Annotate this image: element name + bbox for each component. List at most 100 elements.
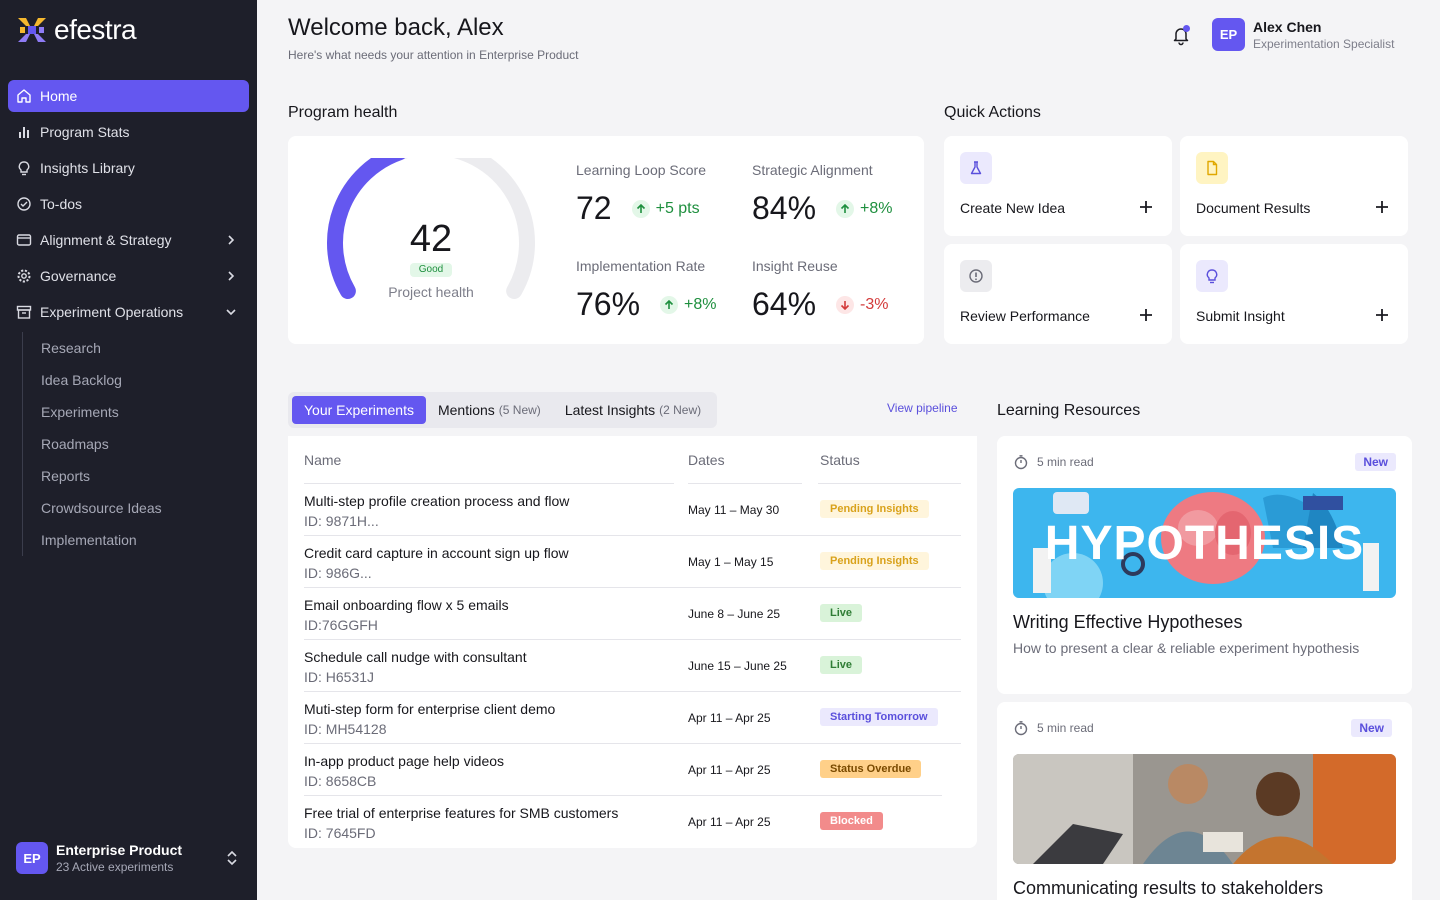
brand-name: efestra (54, 14, 137, 45)
read-time-text: 5 min read (1037, 721, 1094, 735)
workspace-switcher[interactable]: EP Enterprise Product 23 Active experime… (16, 840, 244, 876)
sidebar-item-home[interactable]: Home (8, 80, 249, 112)
sidebar-subitem-idea-backlog[interactable]: Idea Backlog (41, 364, 249, 396)
sidebar-item-alignment-strategy[interactable]: Alignment & Strategy (8, 224, 249, 256)
tab-count: (5 New) (498, 403, 541, 417)
sidebar-item-governance[interactable]: Governance (8, 260, 249, 292)
quick-action-label: Review Performance (960, 308, 1090, 324)
table-row[interactable]: Email onboarding flow x 5 emails ID:76GGF… (288, 588, 977, 640)
metric-value: 72 (576, 190, 612, 226)
metric-delta: +8% (660, 295, 717, 314)
new-badge: New (1355, 453, 1396, 471)
tab-mentions[interactable]: Mentions (5 New) (426, 396, 553, 424)
sidebar-subitem-roadmaps[interactable]: Roadmaps (41, 428, 249, 460)
status-badge: Live (820, 604, 863, 622)
metric-delta: +5 pts (631, 199, 700, 218)
sidebar-subitem-experiments[interactable]: Experiments (41, 396, 249, 428)
table-row[interactable]: Schedule call nudge with consultant ID: H… (288, 640, 977, 692)
workspace-name: Enterprise Product (56, 842, 183, 858)
experiment-dates: Apr 11 – Apr 25 (688, 815, 771, 829)
metric-delta: -3% (836, 295, 889, 314)
quick-action-submit-insight[interactable]: Submit Insight (1180, 244, 1408, 344)
chevron-up-down-icon (226, 850, 238, 871)
check-circle-icon (16, 196, 32, 212)
quick-action-create-idea[interactable]: Create New Idea (944, 136, 1172, 236)
status-badge: Pending Insights (820, 500, 929, 518)
resource-card[interactable]: 5 min read New Communicating results to … (997, 702, 1412, 900)
resource-title: Communicating results to stakeholders (1013, 878, 1324, 898)
lightbulb-icon (16, 160, 32, 176)
experiment-id: ID: 9871H... (304, 513, 379, 529)
experiment-name[interactable]: Schedule call nudge with consultant (304, 649, 527, 665)
table-row[interactable]: In-app product page help videos ID: 8658C… (288, 744, 977, 796)
status-badge: Good (410, 263, 452, 277)
sidebar-subitem-reports[interactable]: Reports (41, 460, 249, 492)
page-header: Welcome back, Alex Here's what needs you… (288, 14, 578, 62)
resource-card[interactable]: 5 min read New HYPOTHESIS Writing Effect… (997, 436, 1412, 694)
table-row[interactable]: Multi-step profile creation process and … (288, 484, 977, 536)
table-row[interactable]: Muti-step form for enterprise client dem… (288, 692, 977, 744)
quick-action-review-performance[interactable]: Review Performance (944, 244, 1172, 344)
tab-latest-insights[interactable]: Latest Insights (2 New) (553, 396, 713, 424)
status-badge: Starting Tomorrow (820, 708, 938, 726)
table-row[interactable]: Free trial of enterprise features for SM… (288, 796, 977, 848)
metric-value: 84% (752, 190, 817, 226)
metric-strategic-alignment: Strategic Alignment 84% +8% (752, 162, 893, 227)
experiment-name[interactable]: In-app product page help videos (304, 753, 504, 769)
read-time-text: 5 min read (1037, 455, 1094, 469)
metric-delta-text: +5 pts (655, 199, 700, 217)
chevron-right-icon (223, 232, 239, 248)
column-header-name[interactable]: Name (304, 452, 341, 468)
experiment-name[interactable]: Multi-step profile creation process and … (304, 493, 569, 509)
sidebar-item-experiment-operations[interactable]: Experiment Operations (8, 296, 249, 328)
chevron-down-icon (223, 304, 239, 320)
column-header-dates[interactable]: Dates (688, 452, 725, 468)
plus-icon (1140, 309, 1152, 321)
status-badge: Live (820, 656, 863, 674)
sidebar-item-program-stats[interactable]: Program Stats (8, 116, 249, 148)
tab-your-experiments[interactable]: Your Experiments (292, 396, 426, 424)
metric-label: Strategic Alignment (752, 162, 873, 178)
metric-learning-loop: Learning Loop Score 72 +5 pts (576, 162, 706, 227)
experiment-id: ID: 7645FD (304, 825, 376, 841)
sidebar-item-insights-library[interactable]: Insights Library (8, 152, 249, 184)
lightbulb-icon (1196, 260, 1228, 292)
sidebar-item-label: Home (40, 88, 78, 104)
status-badge: Pending Insights (820, 552, 929, 570)
arrow-up-icon (836, 199, 855, 218)
user-menu[interactable]: EP Alex Chen Experimentation Specialist (1212, 18, 1394, 51)
health-score: 42 (409, 218, 453, 260)
metric-delta-text: +8% (684, 295, 717, 313)
experiment-name[interactable]: Muti-step form for enterprise client dem… (304, 701, 555, 717)
column-header-status[interactable]: Status (820, 452, 860, 468)
sidebar-subitem-research[interactable]: Research (41, 332, 249, 364)
timer-icon (1014, 721, 1028, 736)
metric-value: 64% (752, 286, 817, 322)
notifications-button[interactable] (1170, 24, 1192, 46)
view-pipeline-link[interactable]: View pipeline (887, 401, 958, 415)
experiment-id: ID: 986G... (304, 565, 372, 581)
brand-logo[interactable]: efestra (16, 14, 137, 46)
gear-icon (16, 268, 32, 284)
table-row[interactable]: Credit card capture in account sign up f… (288, 536, 977, 588)
experiment-operations-subnav: Research Idea Backlog Experiments Roadma… (22, 332, 249, 556)
metric-value: 76% (576, 286, 641, 322)
new-badge: New (1351, 719, 1392, 737)
tab-label: Your Experiments (304, 402, 414, 418)
quick-action-label: Document Results (1196, 200, 1311, 216)
sidebar-nav: Home Program Stats Insights Library To-d… (8, 80, 249, 556)
sidebar-subitem-crowdsource-ideas[interactable]: Crowdsource Ideas (41, 492, 249, 524)
info-circle-icon (960, 260, 992, 292)
home-icon (16, 88, 32, 104)
quick-action-document-results[interactable]: Document Results (1180, 136, 1408, 236)
quick-action-label: Create New Idea (960, 200, 1066, 216)
stakeholders-photo (1013, 754, 1396, 864)
illustration-text: HYPOTHESIS (1044, 517, 1365, 570)
experiment-name[interactable]: Email onboarding flow x 5 emails (304, 597, 509, 613)
read-time: 5 min read (1013, 720, 1094, 736)
sidebar-subitem-implementation[interactable]: Implementation (41, 524, 249, 556)
experiment-name[interactable]: Credit card capture in account sign up f… (304, 545, 569, 561)
experiment-name[interactable]: Free trial of enterprise features for SM… (304, 805, 618, 821)
sidebar-item-todos[interactable]: To-dos (8, 188, 249, 220)
arrow-up-icon (660, 295, 679, 314)
